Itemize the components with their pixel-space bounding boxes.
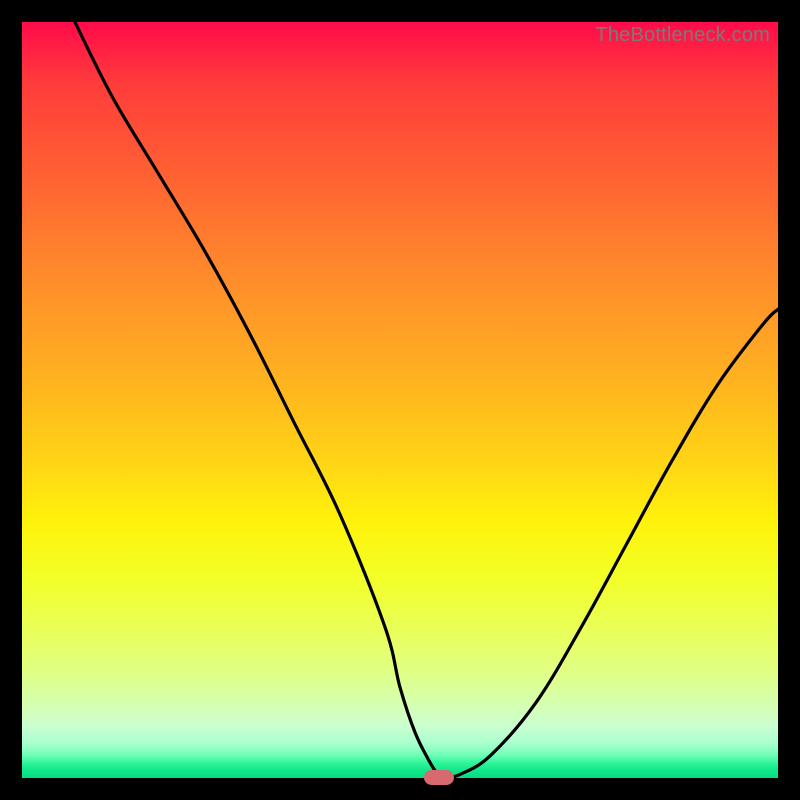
chart-frame: TheBottleneck.com [0, 0, 800, 800]
plot-area: TheBottleneck.com [22, 22, 778, 778]
bottleneck-curve [22, 22, 778, 778]
optimal-point-marker [424, 770, 454, 785]
